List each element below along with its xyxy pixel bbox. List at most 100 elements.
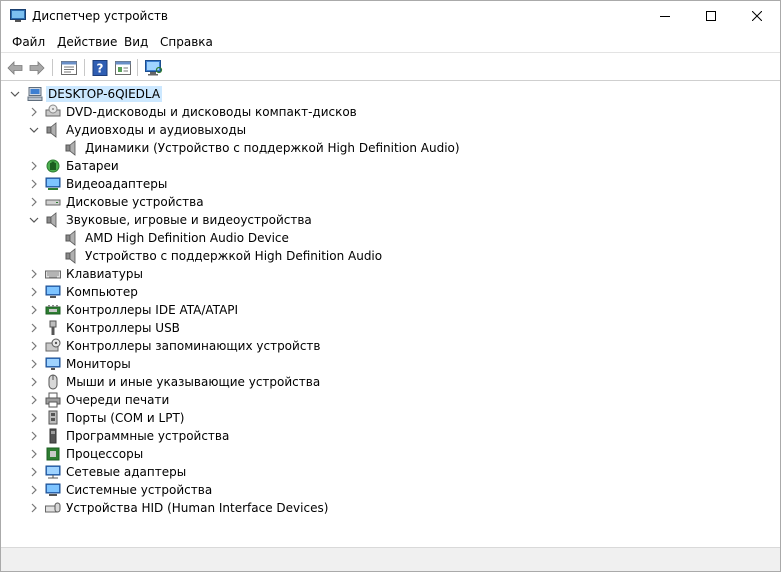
tree-category-row[interactable]: Программные устройства [1,427,780,445]
tree-root-label[interactable]: DESKTOP-6QIEDLA [46,86,163,102]
expand-chevron-icon[interactable] [29,323,39,333]
tree-category-row[interactable]: DVD-дисководы и дисководы компакт-дисков [1,103,780,121]
tree-category-label[interactable]: Сетевые адаптеры [66,464,186,480]
tree-category-label[interactable]: Контроллеры запоминающих устройств [66,338,320,354]
tree-category-row[interactable]: Контроллеры USB [1,319,780,337]
tree-category-label[interactable]: Мониторы [66,356,131,372]
tree-category-row[interactable]: Устройства HID (Human Interface Devices) [1,499,780,517]
expand-chevron-icon[interactable] [29,467,39,477]
tree-category-label[interactable]: Клавиатуры [66,266,143,282]
tree-category-row[interactable]: Сетевые адаптеры [1,463,780,481]
expand-chevron-icon[interactable] [29,431,39,441]
expand-chevron-icon[interactable] [29,161,39,171]
processor-icon [45,446,61,462]
tree-device-label[interactable]: Устройство с поддержкой High Definition … [85,248,382,264]
tree-device-row[interactable]: AMD High Definition Audio Device [1,229,780,247]
title-bar[interactable]: Диспетчер устройств [1,1,780,31]
tree-category-label[interactable]: Процессоры [66,446,143,462]
expand-chevron-icon[interactable] [29,197,39,207]
expand-chevron-icon[interactable] [29,269,39,279]
tree-category-label[interactable]: Компьютер [66,284,138,300]
maximize-button[interactable] [688,1,734,31]
tree-category-row[interactable]: Процессоры [1,445,780,463]
monitor-scan-icon [145,59,163,75]
computer-icon [27,86,43,102]
tree-category-row[interactable]: Компьютер [1,283,780,301]
scan-hardware-button[interactable] [144,58,164,77]
menu-view[interactable]: Вид [124,35,148,49]
expand-chevron-icon[interactable] [29,485,39,495]
tree-category-row[interactable]: Звуковые, игровые и видеоустройства [1,211,780,229]
expand-chevron-icon[interactable] [29,179,39,189]
expand-chevron-icon[interactable] [29,287,39,297]
menu-help[interactable]: Справка [160,35,213,49]
back-arrow-icon [7,60,23,75]
tree-category-label[interactable]: Порты (COM и LPT) [66,410,184,426]
view-button[interactable] [113,58,133,77]
tree-category-row[interactable]: Клавиатуры [1,265,780,283]
minimize-button[interactable] [642,1,688,31]
expand-chevron-icon[interactable] [29,341,39,351]
tree-root-row[interactable]: DESKTOP-6QIEDLA [1,85,780,103]
expand-chevron-icon[interactable] [29,449,39,459]
properties-button[interactable] [59,58,79,77]
help-button[interactable]: ? [90,58,110,77]
back-button[interactable] [5,58,25,77]
expand-chevron-icon[interactable] [29,107,39,117]
software-device-icon [45,428,61,444]
tree-device-label[interactable]: AMD High Definition Audio Device [85,230,289,246]
collapse-chevron-icon[interactable] [29,215,39,225]
tree-category-label[interactable]: Дисковые устройства [66,194,204,210]
tree-category-label[interactable]: Программные устройства [66,428,229,444]
toolbar: ? [1,54,780,81]
expand-chevron-icon[interactable] [29,305,39,315]
port-icon [45,410,61,426]
toolbar-separator [52,59,53,76]
tree-category-label[interactable]: Контроллеры USB [66,320,180,336]
window-title: Диспетчер устройств [32,9,169,23]
tree-category-label[interactable]: Системные устройства [66,482,212,498]
tree-category-row[interactable]: Мониторы [1,355,780,373]
menu-bar: Файл Действие Вид Справка [1,32,780,53]
tree-category-label[interactable]: Батареи [66,158,119,174]
tree-category-label[interactable]: Очереди печати [66,392,169,408]
expand-chevron-icon[interactable] [29,359,39,369]
menu-file[interactable]: Файл [12,35,45,49]
tree-category-row[interactable]: Контроллеры запоминающих устройств [1,337,780,355]
tree-category-row[interactable]: Контроллеры IDE ATA/ATAPI [1,301,780,319]
tree-device-row[interactable]: Динамики (Устройство с поддержкой High D… [1,139,780,157]
tree-category-row[interactable]: Батареи [1,157,780,175]
menu-action[interactable]: Действие [57,35,117,49]
tree-category-row[interactable]: Дисковые устройства [1,193,780,211]
speaker-icon [45,122,61,138]
expand-chevron-icon[interactable] [29,395,39,405]
tree-category-row[interactable]: Видеоадаптеры [1,175,780,193]
mouse-icon [45,374,61,390]
tree-category-row[interactable]: Очереди печати [1,391,780,409]
device-tree[interactable]: DESKTOP-6QIEDLA DVD-дисководы и дисковод… [1,82,780,545]
speaker-icon [64,248,80,264]
tree-category-label[interactable]: DVD-дисководы и дисководы компакт-дисков [66,104,357,120]
collapse-chevron-icon[interactable] [10,89,20,99]
forward-button[interactable] [27,58,47,77]
tree-category-label[interactable]: Мыши и иные указывающие устройства [66,374,320,390]
expand-chevron-icon[interactable] [29,413,39,423]
speaker-icon [64,230,80,246]
close-button[interactable] [734,1,780,31]
tree-category-row[interactable]: Мыши и иные указывающие устройства [1,373,780,391]
dvd-drive-icon [45,104,61,120]
tree-category-row[interactable]: Аудиовходы и аудиовыходы [1,121,780,139]
expand-chevron-icon[interactable] [29,377,39,387]
display-adapter-icon [45,176,61,192]
tree-category-label[interactable]: Контроллеры IDE ATA/ATAPI [66,302,238,318]
collapse-chevron-icon[interactable] [29,125,39,135]
tree-category-label[interactable]: Аудиовходы и аудиовыходы [66,122,246,138]
tree-category-label[interactable]: Устройства HID (Human Interface Devices) [66,500,328,516]
tree-category-row[interactable]: Порты (COM и LPT) [1,409,780,427]
tree-device-row[interactable]: Устройство с поддержкой High Definition … [1,247,780,265]
tree-device-label[interactable]: Динамики (Устройство с поддержкой High D… [85,140,460,156]
tree-category-label[interactable]: Видеоадаптеры [66,176,167,192]
tree-category-label[interactable]: Звуковые, игровые и видеоустройства [66,212,312,228]
tree-category-row[interactable]: Системные устройства [1,481,780,499]
expand-chevron-icon[interactable] [29,503,39,513]
